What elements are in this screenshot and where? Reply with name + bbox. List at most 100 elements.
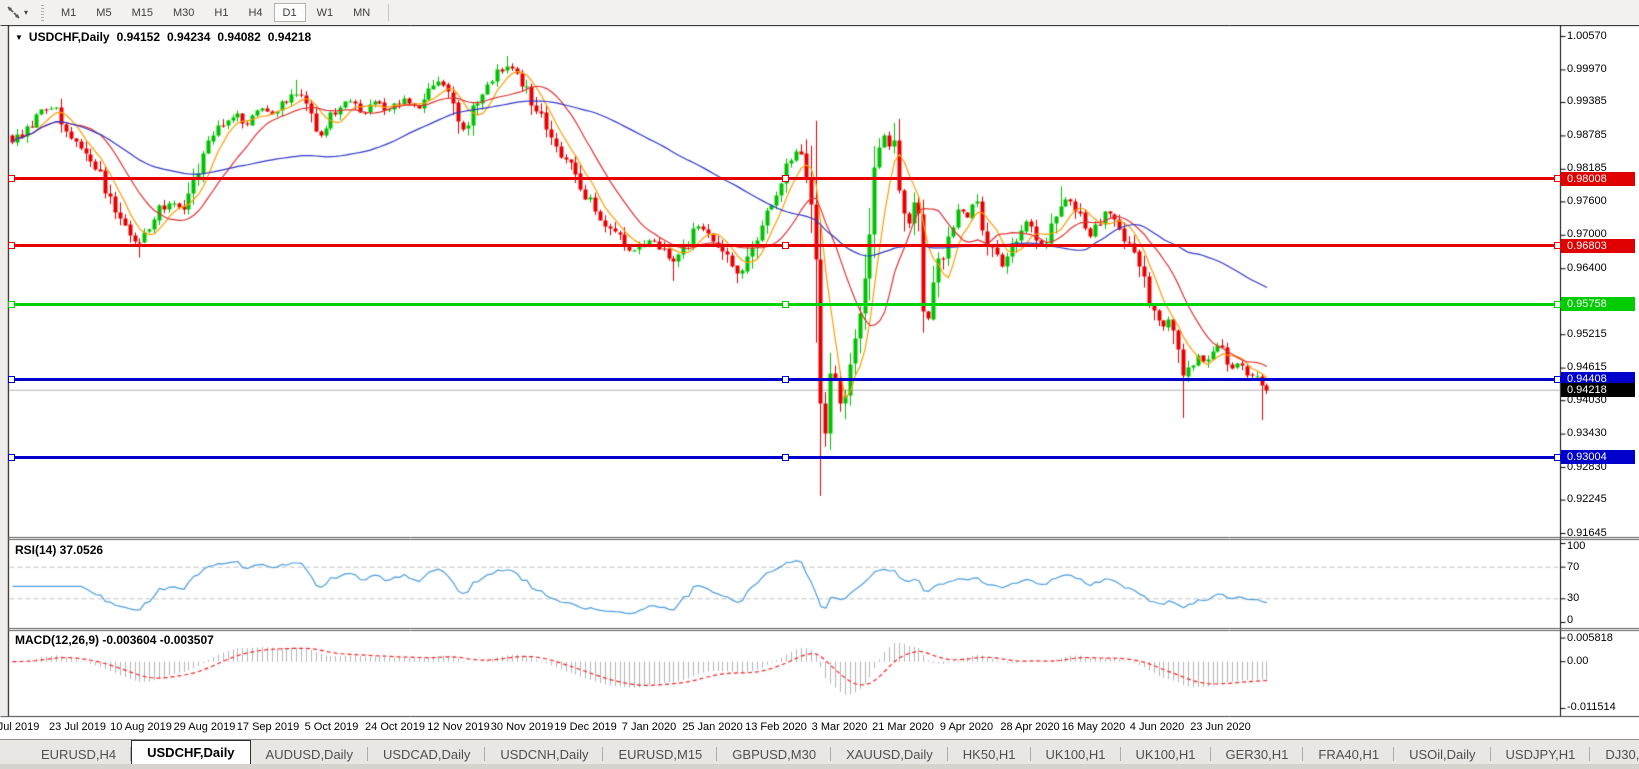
rsi-axis-100: 100 [1567,540,1586,552]
tf-button-d1[interactable]: D1 [273,3,306,22]
rsi-axis-70: 70 [1567,560,1580,573]
price-tick-0.91645: 0.91645 [1567,526,1607,539]
rsi-axis-30: 30 [1567,592,1580,605]
tf-button-h1[interactable]: H1 [205,3,237,22]
crosshair-tool-button[interactable]: ▾ [0,2,34,23]
handle-right[interactable] [1554,300,1561,308]
date-label-17-sep-2019: 17 Sep 2019 [236,721,300,733]
price-tick-0.92245: 0.92245 [1567,493,1607,506]
price-tag-0.96803: 0.96803 [1561,238,1635,253]
hline-0.98008[interactable] [8,175,1561,183]
handle-left[interactable] [8,300,15,308]
tab-uk100-h1[interactable]: UK100,H1 [1121,744,1211,764]
toolbar-grip [41,4,45,21]
tab-usdchf-daily[interactable]: USDCHF,Daily [131,740,251,764]
status-strip [0,764,1639,769]
tf-button-m5[interactable]: M5 [87,3,120,22]
handle-left[interactable] [8,375,15,383]
tf-button-m1[interactable]: M1 [52,3,85,22]
tab-uk100-h1[interactable]: UK100,H1 [1031,744,1121,764]
tab-eurusd-m15[interactable]: EURUSD,M15 [603,744,718,764]
ohlc-close: 0.94218 [267,30,312,44]
handle-middle[interactable] [782,453,789,461]
rsi-label: RSI(14) 37.0526 [15,543,104,557]
handle-middle[interactable] [782,375,789,383]
handle-right[interactable] [1554,375,1561,383]
chart-symbol-label: USDCHF,Daily [28,30,110,44]
window-left-edge [0,26,8,716]
date-label-10-aug-2019: 10 Aug 2019 [110,721,172,733]
toolbar-separator [388,4,390,21]
price-tag-0.95758: 0.95758 [1561,296,1635,311]
tab-usdjpy-h1[interactable]: USDJPY,H1 [1491,744,1591,764]
price-tag-0.94218: 0.94218 [1561,382,1635,397]
tab-usdcnh-daily[interactable]: USDCNH,Daily [485,744,604,764]
trading-platform-window: ▾ M1 M5 M15 M30 H1 H4 D1 W1 MN ▼ USDCHF,Daily 0.94… [0,0,1639,769]
rsi-axis-0: 0 [1567,614,1574,626]
date-label-24-oct-2019: 24 Oct 2019 [365,721,425,733]
handle-left[interactable] [8,242,15,250]
chevron-down-icon[interactable]: ▾ [24,8,28,17]
date-label-21-mar-2020: 21 Mar 2020 [872,721,934,733]
tab-dj30-m15[interactable]: DJ30,M15 [1590,744,1639,764]
date-label-30-nov-2019: 30 Nov 2019 [490,721,554,733]
price-tick-0.97600: 0.97600 [1567,194,1607,207]
date-label-13-feb-2020: 13 Feb 2020 [745,721,807,733]
price-tick-0.99385: 0.99385 [1567,95,1607,108]
ohlc-open: 0.94152 [116,30,160,44]
handle-middle[interactable] [782,242,789,250]
macd-axis--0.011514: -0.011514 [1567,701,1616,714]
hline-0.96803[interactable] [8,242,1561,250]
tab-usoil-daily[interactable]: USOil,Daily [1394,744,1492,764]
tab-xauusd-daily[interactable]: XAUUSD,Daily [831,744,948,764]
chart-tab-bar: EURUSD,H4 USDCHF,Daily AUDUSD,Daily USDCAD,… [0,739,1639,764]
macd-axis-0.00: 0.00 [1567,654,1589,667]
chart-menu-caret-icon[interactable]: ▼ [15,33,23,42]
crosshair-cursor-icon [7,6,20,19]
price-tick-1.00570: 1.00570 [1567,29,1607,42]
handle-middle[interactable] [782,300,789,308]
tab-gbpusd-m30[interactable]: GBPUSD,M30 [717,744,831,764]
price-tick-0.95215: 0.95215 [1567,327,1607,340]
hline-0.95758[interactable] [8,300,1561,308]
date-label-4-jul-2019: 4 Jul 2019 [0,721,40,733]
hline-0.93004[interactable] [8,453,1561,461]
price-tag-0.98008: 0.98008 [1561,171,1635,186]
date-label-3-mar-2020: 3 Mar 2020 [811,721,868,733]
handle-right[interactable] [1554,453,1561,461]
tab-ger30-h1[interactable]: GER30,H1 [1211,744,1304,764]
date-label-4-jun-2020: 4 Jun 2020 [1129,721,1185,733]
tab-audusd-daily[interactable]: AUDUSD,Daily [251,744,369,764]
handle-left[interactable] [8,175,15,183]
date-label-29-aug-2019: 29 Aug 2019 [173,721,236,733]
handle-right[interactable] [1554,242,1561,250]
date-label-7-jan-2020: 7 Jan 2020 [621,721,677,733]
tab-usdcad-daily[interactable]: USDCAD,Daily [368,744,486,764]
date-label-23-jun-2020: 23 Jun 2020 [1190,721,1251,733]
tf-button-m30[interactable]: M30 [164,3,203,22]
tab-fra40-h1[interactable]: FRA40,H1 [1303,744,1394,764]
date-label-19-dec-2019: 19 Dec 2019 [554,721,617,733]
tf-button-mn[interactable]: MN [344,3,379,22]
toolbar: ▾ M1 M5 M15 M30 H1 H4 D1 W1 MN [0,0,1639,25]
date-label-16-may-2020: 16 May 2020 [1061,721,1126,733]
date-label-9-apr-2020: 9 Apr 2020 [939,721,994,733]
handle-right[interactable] [1554,175,1561,183]
macd-label: MACD(12,26,9) -0.003604 -0.003507 [15,633,214,647]
tf-button-w1[interactable]: W1 [308,3,343,22]
price-tick-0.98785: 0.98785 [1567,128,1607,141]
tf-button-h4[interactable]: H4 [239,3,271,22]
chart-canvas[interactable] [0,0,1639,769]
date-label-5-oct-2019: 5 Oct 2019 [304,721,359,733]
ohlc-low: 0.94082 [217,30,261,44]
tab-eurusd-h4[interactable]: EURUSD,H4 [26,744,132,764]
tf-button-m15[interactable]: M15 [123,3,162,22]
handle-middle[interactable] [782,175,789,183]
macd-axis-0.005818: 0.005818 [1567,632,1613,644]
price-tick-0.93430: 0.93430 [1567,427,1607,440]
handle-left[interactable] [8,453,15,461]
tab-hk50-h1[interactable]: HK50,H1 [948,744,1031,764]
price-tag-0.93004: 0.93004 [1561,450,1635,465]
hline-0.94408[interactable] [8,375,1561,383]
date-label-23-jul-2019: 23 Jul 2019 [49,721,106,733]
